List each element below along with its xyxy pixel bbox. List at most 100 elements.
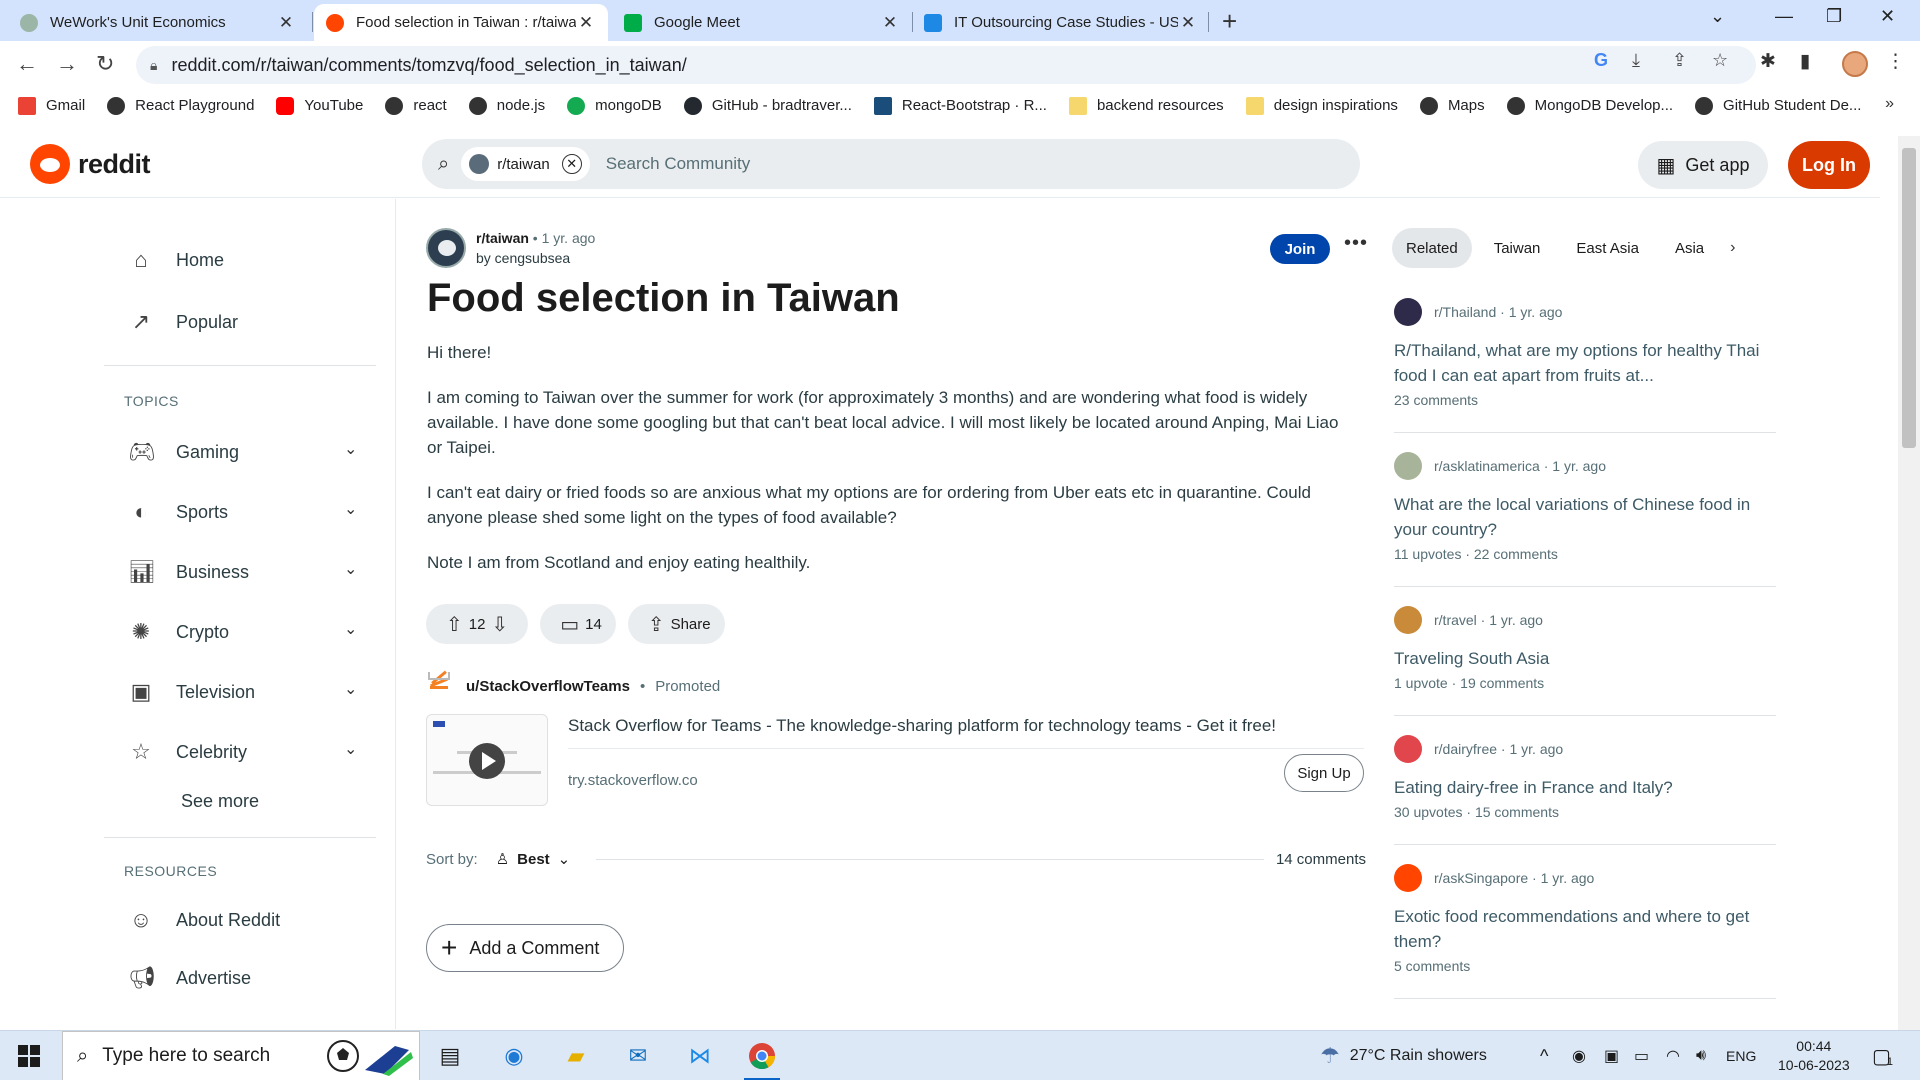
chevron-down-icon[interactable]: ⌄ [344,739,357,759]
mail-icon[interactable]: ✉ [620,1039,656,1073]
related-post[interactable]: r/askSingapore · 1 yr. ago Exotic food r… [1394,864,1776,974]
speaker-icon[interactable]: 🔊︎ [1696,1031,1706,1080]
sort-dropdown[interactable]: ♙ Best ⌄ [496,850,579,869]
related-title[interactable]: Traveling South Asia [1394,646,1776,671]
new-tab-icon[interactable]: + [1222,6,1237,37]
search-input[interactable]: Search Community [606,154,751,174]
task-view-icon[interactable]: ▤ [432,1039,468,1073]
taskbar-clock[interactable]: 00:44 10-06-2023 [1778,1037,1850,1075]
vscode-icon[interactable]: ⋈ [682,1039,718,1073]
forward-arrow-icon[interactable]: → [56,51,78,77]
sidebar-item-business[interactable]: 📊︎ Business [128,559,249,585]
sidebar-item-popular[interactable]: ↗ Popular [128,309,238,335]
bookmark-react[interactable]: react [385,96,447,115]
related-title[interactable]: Eating dairy-free in France and Italy? [1394,775,1776,800]
sidebar-item-sports[interactable]: ◐ Sports [128,499,228,525]
related-title[interactable]: What are the local variations of Chinese… [1394,492,1776,542]
related-title[interactable]: R/Thailand, what are my options for heal… [1394,338,1776,388]
tab-related[interactable]: Related [1392,228,1472,268]
close-window-icon[interactable]: ✕ [1880,6,1895,27]
tab-asia[interactable]: Asia [1661,228,1718,268]
maximize-icon[interactable]: ❐ [1826,6,1842,27]
comments-button[interactable]: ▭ 14 [540,604,616,644]
windows-start-icon[interactable] [18,1045,40,1067]
related-title[interactable]: Exotic food recommendations and where to… [1394,904,1776,954]
related-subreddit[interactable]: r/travel [1434,612,1477,628]
bookmark-star-icon[interactable]: ☆ [1712,50,1728,71]
tab-taiwan[interactable]: Taiwan [1480,228,1555,268]
notification-center-icon[interactable]: ▢ 1 [1872,1031,1893,1080]
location-icon[interactable]: ◉ [1572,1031,1586,1080]
related-post[interactable]: r/Thailand · 1 yr. ago R/Thailand, what … [1394,298,1776,408]
bookmark-mongodb[interactable]: mongoDB [567,96,662,115]
sidebar-item-television[interactable]: ▣ Television [128,679,255,705]
share-button[interactable]: ⇪ Share [627,604,725,644]
post-subreddit-link[interactable]: r/taiwan [476,230,529,246]
reload-icon[interactable]: ↻ [96,51,114,77]
weather-widget[interactable]: ☂ 27°C Rain showers [1320,1031,1487,1080]
community-search-bar[interactable]: ⌕ r/taiwan ✕ Search Community [422,139,1360,189]
chevron-down-icon[interactable]: ⌄ [344,679,357,699]
downvote-icon[interactable]: ⇩ [491,612,508,637]
related-subreddit[interactable]: r/dairyfree [1434,741,1497,757]
close-tab-icon[interactable]: ✕ [880,13,900,33]
browser-tab-it-outsourcing[interactable]: IT Outsourcing Case Studies - US ✕ [912,4,1210,41]
add-comment-button[interactable]: + Add a Comment [426,924,624,972]
chrome-icon[interactable] [744,1039,780,1080]
address-bar[interactable]: 🔒︎ reddit.com/r/taiwan/comments/tomzvq/f… [136,46,1756,84]
close-tab-icon[interactable]: ✕ [576,13,596,33]
show-hidden-icons-chevron-icon[interactable]: ^ [1540,1031,1548,1080]
related-post[interactable]: r/travel · 1 yr. ago Traveling South Asi… [1394,606,1776,691]
bookmark-maps[interactable]: Maps [1419,96,1485,115]
browser-tab-wework[interactable]: WeWork's Unit Economics ✕ [8,4,308,41]
sidebar-item-crypto[interactable]: ✺ Crypto [128,619,229,645]
chevron-down-icon[interactable]: ⌄ [344,619,357,639]
bookmark-gmail[interactable]: Gmail [18,96,85,115]
browser-tab-reddit[interactable]: Food selection in Taiwan : r/taiwan ✕ [314,4,608,41]
battery-icon[interactable]: ▭ [1634,1031,1649,1080]
more-bookmarks-icon[interactable]: » [1885,95,1894,113]
sign-up-button[interactable]: Sign Up [1284,754,1364,792]
browser-tab-google-meet[interactable]: Google Meet ✕ [612,4,912,41]
related-subreddit[interactable]: r/askSingapore [1434,870,1528,886]
more-options-icon[interactable]: ••• [1344,232,1368,255]
file-explorer-icon[interactable]: ▰ [558,1039,594,1073]
install-app-icon[interactable]: ⤓ [1632,50,1640,71]
bookmark-nodejs[interactable]: node.js [468,96,545,115]
google-lens-icon[interactable]: G [1594,50,1608,71]
sidebar-item-advertise[interactable]: 📢︎ Advertise [128,965,251,991]
join-button[interactable]: Join [1270,234,1330,264]
tab-east-asia[interactable]: East Asia [1562,228,1653,268]
bookmark-react-bootstrap[interactable]: React-Bootstrap · R... [873,96,1047,115]
close-tab-icon[interactable]: ✕ [276,13,296,33]
back-arrow-icon[interactable]: ← [16,51,38,77]
chevron-right-icon[interactable]: › [1730,239,1735,257]
related-subreddit[interactable]: r/asklatinamerica [1434,458,1540,474]
sidebar-item-celebrity[interactable]: ☆ Celebrity [128,739,247,765]
bookmark-react-playground[interactable]: React Playground [107,96,254,115]
related-post[interactable]: r/dairyfree · 1 yr. ago Eating dairy-fre… [1394,735,1776,820]
login-button[interactable]: Log In [1788,141,1870,189]
bookmark-youtube[interactable]: YouTube [276,96,363,115]
chevron-down-icon[interactable]: ⌄ [344,439,357,459]
sidebar-item-about-reddit[interactable]: ☺ About Reddit [128,907,280,933]
chevron-down-icon[interactable]: ⌄ [344,559,357,579]
chevron-down-icon[interactable]: ⌄ [344,499,357,519]
reddit-logo[interactable]: reddit [30,144,151,184]
edge-browser-icon[interactable]: ◉ [496,1039,532,1073]
tab-search-chevron-icon[interactable]: ⌄ [1710,6,1725,27]
profile-avatar[interactable] [1842,51,1868,77]
related-post[interactable]: r/asklatinamerica · 1 yr. ago What are t… [1394,452,1776,562]
see-more-link[interactable]: See more [181,791,259,812]
sidebar-item-home[interactable]: ⌂ Home [128,247,224,273]
wifi-icon[interactable]: ◠ [1666,1031,1680,1080]
sidebar-item-gaming[interactable]: 🎮︎ Gaming [128,439,239,465]
bookmark-mongodb-developer[interactable]: MongoDB Develop... [1506,96,1673,115]
meet-now-icon[interactable]: ▣ [1604,1031,1619,1080]
play-icon[interactable] [469,743,505,779]
taskbar-search-box[interactable]: ⌕ Type here to search [62,1031,420,1080]
promo-headline[interactable]: Stack Overflow for Teams - The knowledge… [568,716,1276,736]
scrollbar-thumb[interactable] [1902,148,1916,448]
browser-menu-icon[interactable]: ⋮ [1886,50,1905,73]
close-tab-icon[interactable]: ✕ [1178,13,1198,33]
